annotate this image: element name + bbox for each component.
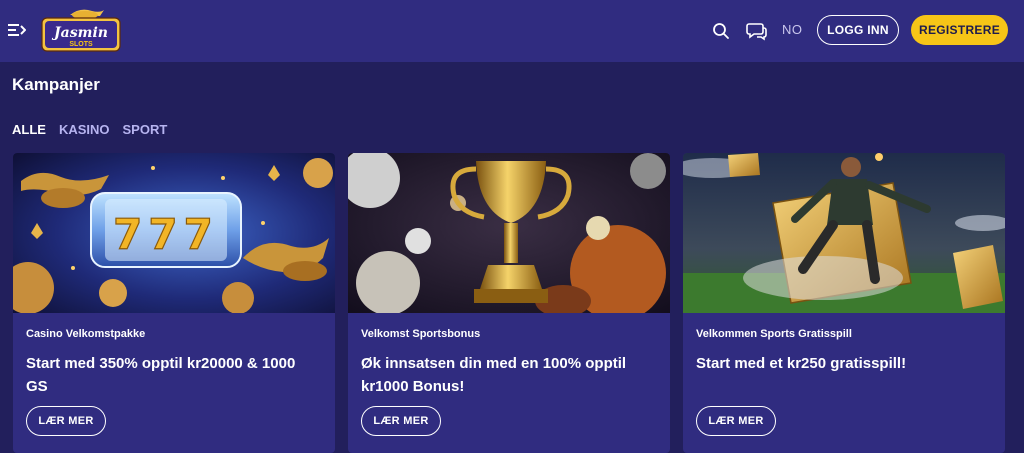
login-button[interactable]: LOGG INN: [817, 15, 899, 45]
card-category: Velkomst Sportsbonus: [361, 328, 481, 340]
promo-card-sports-free-bet[interactable]: Velkommen Sports Gratisspill Start med e…: [683, 153, 1005, 453]
logo-subtext: SLOTS: [69, 41, 93, 48]
language-selector[interactable]: NO: [782, 22, 803, 37]
learn-more-button[interactable]: LÆR MER: [696, 406, 776, 436]
register-button[interactable]: REGISTRERE: [911, 15, 1008, 45]
tab-casino[interactable]: KASINO: [59, 122, 110, 137]
promo-card-casino-welcome[interactable]: 777 Casino Velkomstpakke Start med 350% …: [13, 153, 335, 453]
card-title: Start med et kr250 gratisspill!: [696, 355, 907, 372]
tab-sport[interactable]: SPORT: [123, 122, 168, 137]
tab-all[interactable]: ALLE: [12, 122, 46, 137]
slot-reel-digits: 777: [113, 210, 219, 259]
filter-tabs: ALLE KASINO SPORT: [12, 122, 167, 137]
card-title: Øk innsatsen din med en 100% opptil kr10…: [361, 355, 627, 395]
football-player-image: [683, 153, 1005, 313]
chat-icon[interactable]: [746, 20, 768, 42]
learn-more-button[interactable]: LÆR MER: [26, 406, 106, 436]
menu-toggle-icon[interactable]: [8, 22, 26, 38]
top-navigation-bar: Jasmin SLOTS NO LOGG INN REGISTRERE: [0, 0, 1024, 62]
learn-more-button[interactable]: LÆR MER: [361, 406, 441, 436]
page-title: Kampanjer: [12, 75, 100, 94]
trophy-image: [348, 153, 670, 313]
card-title: Start med 350% opptil kr20000 & 1000 GS: [26, 355, 296, 395]
slot-machine-image: 777: [13, 153, 335, 313]
card-category: Casino Velkomstpakke: [26, 328, 146, 340]
card-category: Velkommen Sports Gratisspill: [696, 328, 852, 340]
promo-card-sports-bonus[interactable]: Velkomst Sportsbonus Øk innsatsen din me…: [348, 153, 670, 453]
logo-wordmark: Jasmin: [51, 25, 108, 41]
jasmin-slots-logo[interactable]: Jasmin SLOTS: [40, 6, 122, 54]
search-icon[interactable]: [711, 21, 731, 41]
